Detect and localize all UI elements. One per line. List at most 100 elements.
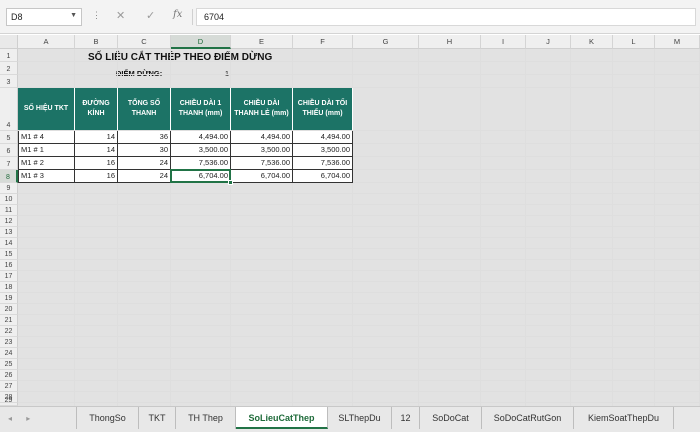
- row-header-27[interactable]: 27: [0, 381, 18, 392]
- column-header-j[interactable]: J: [526, 35, 571, 49]
- more-icon[interactable]: ⋮: [92, 10, 102, 21]
- table-cell[interactable]: M1 # 3: [18, 170, 75, 183]
- row-header-23[interactable]: 23: [0, 337, 18, 348]
- row-header-10[interactable]: 10: [0, 194, 18, 205]
- table-cell[interactable]: 14: [75, 131, 118, 144]
- table-header-cell[interactable]: ĐƯỜNG KÍNH: [75, 88, 118, 130]
- row-header-13[interactable]: 13: [0, 227, 18, 238]
- sheet-tab-solieucatthep[interactable]: SoLieuCatThep: [236, 407, 328, 429]
- sheet-tab-sodocat[interactable]: SoDoCat: [420, 407, 482, 429]
- table-header-cell[interactable]: CHIỀU DÀI TỐI THIỂU (mm): [293, 88, 353, 130]
- row-header-3[interactable]: 3: [0, 75, 18, 88]
- cancel-icon[interactable]: ✕: [116, 9, 125, 22]
- fill-handle[interactable]: [228, 180, 233, 185]
- formula-bar: D8 ▼ ⋮ ✕ ✓ fx 6704: [0, 0, 700, 34]
- row-header-15[interactable]: 15: [0, 249, 18, 260]
- table-cell[interactable]: 24: [118, 170, 171, 183]
- table-cell[interactable]: 4,494.00: [171, 131, 231, 144]
- column-header-e[interactable]: E: [231, 35, 293, 49]
- gridline: [18, 204, 700, 205]
- column-header-d[interactable]: D: [171, 35, 231, 49]
- table-cell[interactable]: 16: [75, 170, 118, 183]
- table-cell[interactable]: 36: [118, 131, 171, 144]
- table-cell[interactable]: 16: [75, 157, 118, 170]
- row-header-9[interactable]: 9: [0, 183, 18, 194]
- row-header-25[interactable]: 25: [0, 359, 18, 370]
- table-cell[interactable]: 3,500.00: [231, 144, 293, 157]
- row-header-26[interactable]: 26: [0, 370, 18, 381]
- column-header-g[interactable]: G: [353, 35, 419, 49]
- table-header-cell[interactable]: SỐ HIỆU TKT: [18, 88, 75, 130]
- row-header-17[interactable]: 17: [0, 271, 18, 282]
- gridline: [18, 402, 700, 403]
- table-cell[interactable]: 6,704.00: [231, 170, 293, 183]
- enter-icon[interactable]: ✓: [146, 9, 155, 22]
- column-header-i[interactable]: I: [481, 35, 526, 49]
- sheet-tab-thongso[interactable]: ThongSo: [76, 407, 139, 429]
- table-cell[interactable]: 30: [118, 144, 171, 157]
- row-header-7[interactable]: 7: [0, 157, 18, 170]
- name-box-value: D8: [11, 12, 23, 22]
- name-box[interactable]: D8 ▼: [6, 8, 82, 26]
- column-header-l[interactable]: L: [613, 35, 655, 49]
- table-cell[interactable]: M1 # 4: [18, 131, 75, 144]
- select-all-corner[interactable]: [0, 35, 18, 49]
- row-header-20[interactable]: 20: [0, 304, 18, 315]
- gridline: [18, 281, 700, 282]
- row-header-6[interactable]: 6: [0, 144, 18, 157]
- gridline: [18, 237, 700, 238]
- row-header-8[interactable]: 8: [0, 170, 18, 183]
- row-header-21[interactable]: 21: [0, 315, 18, 326]
- sheet-tab-sodocatrutgon[interactable]: SoDoCatRutGon: [482, 407, 574, 429]
- gridline: [18, 303, 700, 304]
- formula-input[interactable]: 6704: [196, 8, 696, 26]
- row-header-5[interactable]: 5: [0, 131, 18, 144]
- row-header-12[interactable]: 12: [0, 216, 18, 227]
- row-header-16[interactable]: 16: [0, 260, 18, 271]
- insert-function-icon[interactable]: fx: [173, 9, 182, 20]
- table-header-cell[interactable]: TỔNG SỐ THANH: [118, 88, 171, 130]
- gridline: [18, 314, 700, 315]
- sheet-tab-th-thep[interactable]: TH Thep: [176, 407, 236, 429]
- column-header-a[interactable]: A: [18, 35, 75, 49]
- table-cell[interactable]: M1 # 1: [18, 144, 75, 157]
- sheet-tab-tkt[interactable]: TKT: [139, 407, 176, 429]
- table-cell[interactable]: 4,494.00: [231, 131, 293, 144]
- table-header-cell[interactable]: CHIỀU DÀI 1 THANH (mm): [171, 88, 231, 130]
- row-header-14[interactable]: 14: [0, 238, 18, 249]
- row-header-1[interactable]: 1: [0, 49, 18, 62]
- sheet-tab-12[interactable]: 12: [392, 407, 420, 429]
- table-cell[interactable]: M1 # 2: [18, 157, 75, 170]
- row-header-24[interactable]: 24: [0, 348, 18, 359]
- row-header-18[interactable]: 18: [0, 282, 18, 293]
- table-cell[interactable]: 3,500.00: [171, 144, 231, 157]
- table-cell[interactable]: 24: [118, 157, 171, 170]
- table-cell[interactable]: 3,500.00: [293, 144, 353, 157]
- chevron-down-icon[interactable]: ▼: [70, 12, 77, 19]
- column-header-c[interactable]: C: [118, 35, 171, 49]
- column-header-h[interactable]: H: [419, 35, 481, 49]
- column-header-b[interactable]: B: [75, 35, 118, 49]
- active-cell-selection: [170, 169, 231, 183]
- sheet-tab-kiemsoatthepdu[interactable]: KiemSoatThepDu: [574, 407, 674, 429]
- sheet-tab-slthepdu[interactable]: SLThepDu: [328, 407, 392, 429]
- table-cell[interactable]: 6,704.00: [293, 170, 353, 183]
- row-header-2[interactable]: 2: [0, 62, 18, 75]
- row-header-4[interactable]: 4: [0, 88, 18, 131]
- column-header-f[interactable]: F: [293, 35, 353, 49]
- table-cell[interactable]: 7,536.00: [231, 157, 293, 170]
- table-cell[interactable]: 4,494.00: [293, 131, 353, 144]
- gridline: [654, 49, 655, 406]
- cell-grid[interactable]: SỐ LIỆU CẮT THÉP THEO ĐIỂM DỪNG ĐIỂM DỪN…: [18, 49, 700, 406]
- table-cell[interactable]: 7,536.00: [293, 157, 353, 170]
- row-header-19[interactable]: 19: [0, 293, 18, 304]
- row-header-11[interactable]: 11: [0, 205, 18, 216]
- table-header-cell[interactable]: CHIỀU DÀI THANH LẺ (mm): [231, 88, 293, 130]
- column-header-k[interactable]: K: [571, 35, 613, 49]
- gridline: [480, 49, 481, 406]
- row-header-22[interactable]: 22: [0, 326, 18, 337]
- table-cell[interactable]: 14: [75, 144, 118, 157]
- tab-scroll-arrows-icon[interactable]: ◂ ▸: [8, 414, 36, 423]
- gridline: [18, 325, 700, 326]
- column-header-m[interactable]: M: [655, 35, 700, 49]
